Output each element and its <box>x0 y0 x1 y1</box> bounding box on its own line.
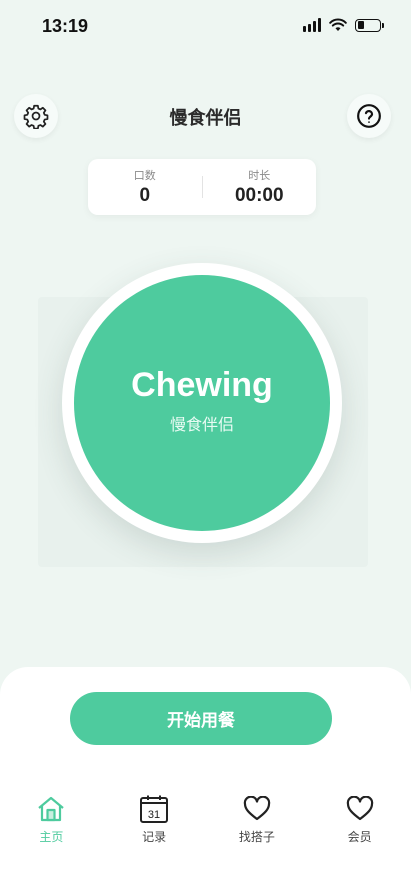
bottom-sheet: 开始用餐 主页 31 记录 找搭子 会员 <box>0 667 411 873</box>
duration-label: 时长 <box>248 169 271 182</box>
tab-membership-label: 会员 <box>347 830 372 844</box>
question-circle-icon <box>357 104 381 128</box>
status-time: 13:19 <box>42 16 89 36</box>
chewing-button[interactable]: Chewing 慢食伴侣 <box>62 263 342 543</box>
chewing-button-inner[interactable]: Chewing 慢食伴侣 <box>74 275 330 531</box>
battery-icon <box>355 18 384 32</box>
tab-home-label: 主页 <box>39 830 64 844</box>
status-icons <box>303 18 384 32</box>
calendar-day: 31 <box>148 809 160 821</box>
tab-home[interactable]: 主页 <box>0 794 103 854</box>
duration-value: 00:00 <box>234 185 284 206</box>
tab-bar: 主页 31 记录 找搭子 会员 <box>0 794 411 854</box>
tab-find-partner-label: 找搭子 <box>238 830 275 844</box>
tab-records[interactable]: 31 记录 <box>103 794 206 854</box>
bites-label: 口数 <box>133 169 156 182</box>
tab-find-partner[interactable]: 找搭子 <box>206 794 309 854</box>
status-bar: 13:19 <box>0 0 411 54</box>
calendar-icon: 31 <box>139 794 169 824</box>
heart-icon <box>345 794 375 824</box>
home-icon <box>36 794 66 824</box>
bites-stat: 口数 0 <box>88 167 202 207</box>
tab-membership[interactable]: 会员 <box>308 794 411 854</box>
duration-stat: 时长 00:00 <box>203 167 317 207</box>
tab-records-label: 记录 <box>142 830 167 844</box>
start-meal-button[interactable]: 开始用餐 <box>70 692 332 745</box>
wifi-icon <box>329 18 347 31</box>
signal-icon <box>303 18 321 32</box>
stats-card: 口数 0 时长 00:00 <box>88 159 316 215</box>
heart-icon <box>242 794 272 824</box>
chewing-subtitle: 慢食伴侣 <box>169 414 234 434</box>
chewing-title: Chewing <box>131 365 273 404</box>
help-button[interactable] <box>347 94 391 138</box>
bites-value: 0 <box>139 185 151 206</box>
